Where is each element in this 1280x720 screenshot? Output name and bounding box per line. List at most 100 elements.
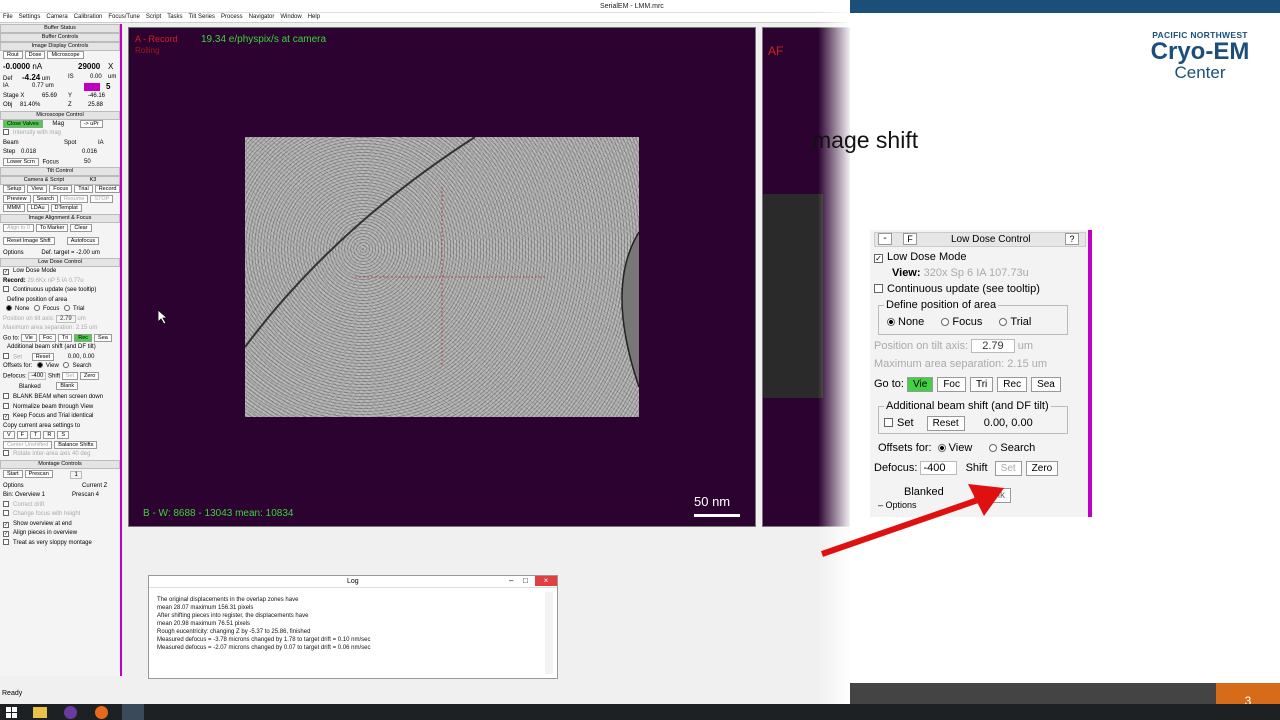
ldc-goto-view-button[interactable]: Vie — [907, 377, 934, 392]
low-dose-control-header[interactable]: Low Dose Control — [0, 258, 120, 267]
menu-tasks[interactable]: Tasks — [164, 13, 185, 21]
file-explorer-icon[interactable] — [33, 707, 47, 718]
image-display-header[interactable]: Image Display Controls — [0, 42, 120, 51]
ldc-position-input[interactable]: 2.79 — [971, 339, 1015, 353]
preview-button[interactable]: Preview — [3, 194, 31, 203]
ldc-goto-trial-button[interactable]: Tri — [969, 377, 994, 392]
ldc-header[interactable]: - F Low Dose Control ? — [874, 232, 1086, 247]
ldc-offset-view-radio[interactable] — [937, 444, 946, 452]
serialem-taskbar-icon[interactable] — [122, 704, 144, 720]
none-radio[interactable] — [6, 305, 12, 311]
ldc-help-button[interactable]: ? — [1065, 233, 1079, 245]
ldc-focus-radio[interactable] — [941, 318, 950, 326]
firefox-icon[interactable] — [95, 706, 108, 719]
windows-start-icon[interactable] — [6, 707, 17, 718]
ldc-goto-search-button[interactable]: Sea — [1031, 377, 1061, 392]
ldc-trial-radio[interactable] — [999, 318, 1008, 326]
copy-t-button[interactable]: T — [30, 431, 42, 439]
microscope-control-header[interactable]: Microscope Control — [0, 110, 120, 120]
reset-shift-button[interactable]: Reset — [31, 352, 55, 361]
to-marker-button[interactable]: To Marker — [35, 223, 69, 232]
focus-step-value[interactable]: 50 — [84, 158, 91, 168]
resume-button[interactable]: Resume — [60, 194, 89, 203]
image-alignment-header[interactable]: Image Alignment & Focus — [0, 213, 120, 223]
blank-button[interactable]: Blank — [56, 382, 79, 391]
stop-button[interactable]: STOP — [90, 194, 114, 203]
menu-tilt-series[interactable]: Tilt Series — [186, 13, 218, 21]
treat-sloppy-checkbox[interactable] — [3, 538, 9, 545]
view-button[interactable]: View — [27, 185, 48, 193]
center-unshifted-button[interactable]: Center Unshifted — [3, 440, 53, 449]
trial-button[interactable]: Trial — [74, 185, 93, 193]
menu-process[interactable]: Process — [218, 13, 246, 21]
ldau-button[interactable]: LDAu — [26, 204, 49, 212]
montage-z-input[interactable]: 1 — [70, 470, 82, 479]
montage-controls-header[interactable]: Montage Controls — [0, 459, 120, 469]
copy-v-button[interactable]: V — [3, 431, 15, 439]
goto-search-button[interactable]: Sea — [94, 333, 112, 342]
low-dose-checkbox[interactable]: ✓ — [3, 269, 9, 275]
keep-focus-checkbox[interactable]: ✓ — [3, 414, 9, 420]
ldc-reset-button[interactable]: Reset — [926, 416, 965, 431]
menu-settings[interactable]: Settings — [16, 13, 44, 21]
ldc-none-radio[interactable] — [887, 318, 895, 326]
tab-rout[interactable]: Rout — [3, 51, 23, 59]
goto-record-button[interactable]: Rec — [74, 333, 93, 342]
menu-file[interactable]: File — [0, 13, 16, 21]
reset-image-shift-button[interactable]: Reset Image Shift — [3, 236, 55, 245]
balance-shifts-button[interactable]: Balance Shifts — [54, 440, 98, 449]
montage-start-button[interactable]: Start — [3, 469, 23, 478]
minimize-icon[interactable]: – — [509, 576, 513, 585]
buffer-controls-header[interactable]: Buffer Controls — [0, 33, 120, 42]
tab-microscope[interactable]: Microscope — [47, 51, 84, 59]
step-value-1[interactable]: 0.018 — [21, 149, 36, 155]
focus-button[interactable]: Focus — [49, 185, 73, 193]
copy-f-button[interactable]: F — [16, 431, 29, 439]
ldc-low-dose-checkbox[interactable]: ✓ — [874, 254, 883, 263]
copy-r-button[interactable]: R — [43, 431, 56, 439]
menu-camera[interactable]: Camera — [43, 13, 70, 21]
defocus-offset-input[interactable]: -400 — [28, 372, 47, 381]
tab-dose[interactable]: Dose — [24, 51, 46, 59]
log-window[interactable]: Log – □ × The original displacements in … — [148, 575, 558, 679]
align-pieces-checkbox[interactable]: ✓ — [3, 531, 9, 537]
ldc-goto-record-button[interactable]: Rec — [997, 377, 1028, 392]
menu-focus-tune[interactable]: Focus/Tune — [105, 13, 142, 21]
dtemplat-button[interactable]: DTemplat — [50, 204, 82, 212]
focus-radio[interactable] — [34, 305, 41, 311]
lower-screen-button[interactable]: Lower Scrn — [3, 157, 39, 166]
options-toggle-montage[interactable]: Options — [3, 483, 24, 489]
rotate-checkbox[interactable] — [3, 450, 9, 456]
close-icon[interactable]: × — [535, 576, 557, 586]
setup-button[interactable]: Setup — [3, 185, 26, 193]
tilt-control-header[interactable]: Tilt Control — [0, 167, 120, 176]
trial-radio[interactable] — [64, 305, 71, 311]
menu-navigator[interactable]: Navigator — [246, 13, 278, 21]
menu-calibration[interactable]: Calibration — [71, 13, 106, 21]
ldc-minimize-button[interactable]: - — [878, 233, 892, 245]
autofocus-button[interactable]: Autofocus — [66, 236, 100, 245]
correct-drift-checkbox[interactable] — [3, 500, 9, 507]
goto-trial-button[interactable]: Tri — [58, 333, 73, 342]
show-overview-checkbox[interactable]: ✓ — [3, 521, 9, 528]
menu-help[interactable]: Help — [305, 13, 323, 21]
ldc-continuous-checkbox[interactable] — [874, 284, 883, 293]
offset-view-radio[interactable] — [36, 362, 43, 368]
goto-focus-button[interactable]: Foc — [38, 333, 57, 342]
goto-view-button[interactable]: Vie — [21, 333, 37, 342]
menu-window[interactable]: Window — [277, 13, 304, 21]
change-focus-checkbox[interactable] — [3, 510, 9, 516]
zero-button[interactable]: Zero — [80, 371, 100, 380]
camera-script-header[interactable]: Camera & Script K3 — [0, 176, 120, 185]
ldc-float-button[interactable]: F — [903, 233, 917, 245]
app-icon[interactable] — [64, 706, 77, 719]
montage-prescan-button[interactable]: Prescan — [24, 469, 53, 478]
menu-script[interactable]: Script — [143, 13, 164, 21]
ldc-goto-focus-button[interactable]: Foc — [937, 377, 966, 392]
align-to-button[interactable]: Align to 0 — [3, 223, 34, 232]
position-tilt-input[interactable]: 2.79 — [56, 314, 76, 323]
buffer-status-header[interactable]: Buffer Status — [0, 24, 120, 33]
options-toggle[interactable]: Options — [3, 250, 24, 256]
record-button[interactable]: Record — [94, 185, 120, 193]
search-button[interactable]: Search — [32, 194, 58, 203]
